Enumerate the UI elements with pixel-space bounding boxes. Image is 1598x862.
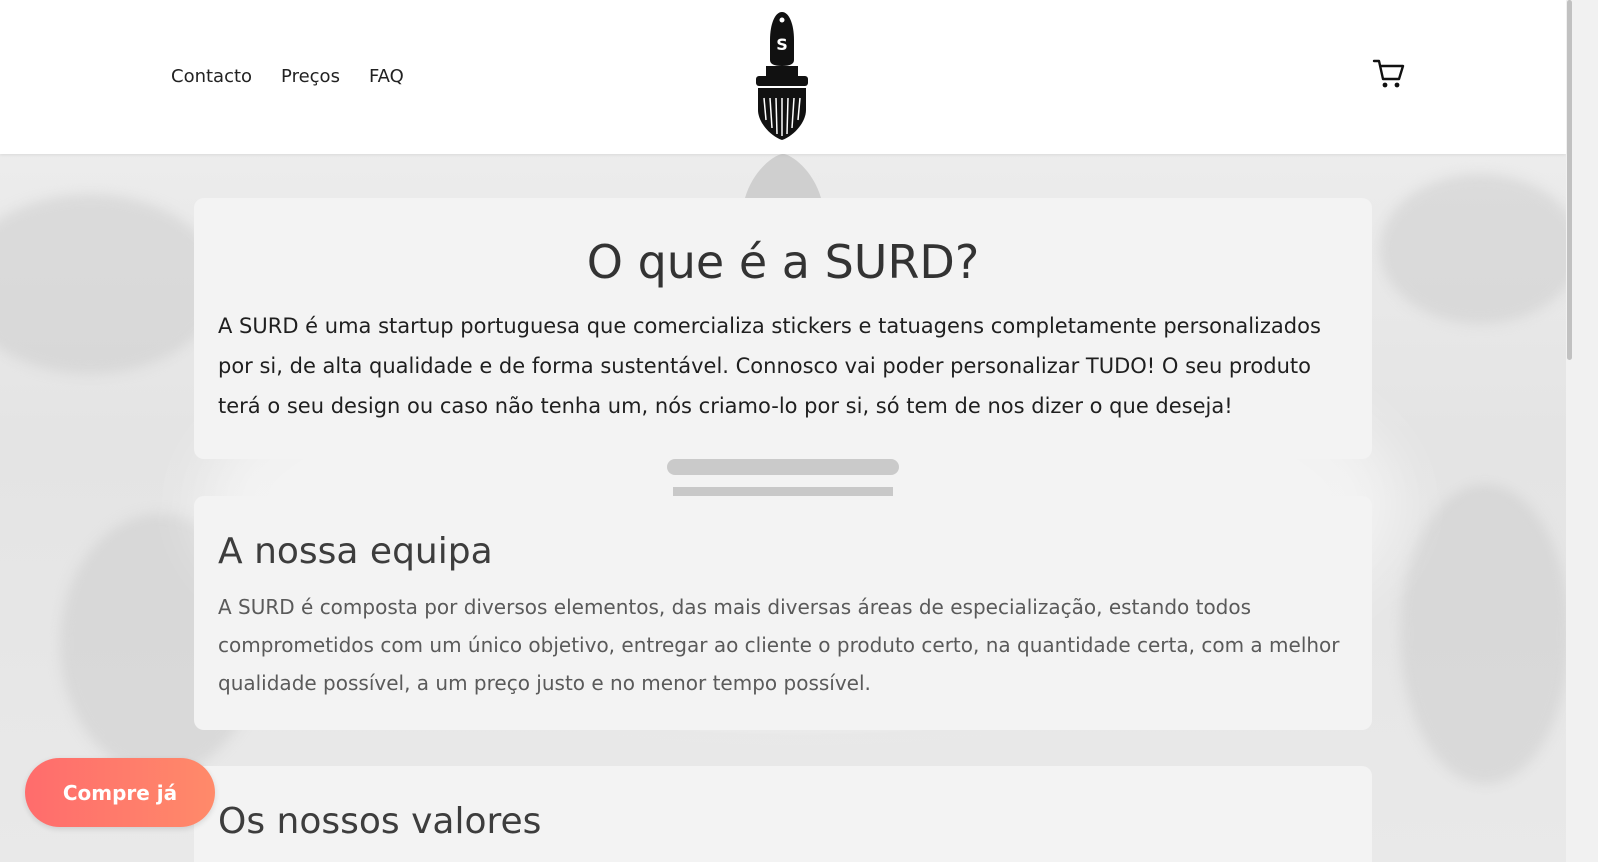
team-title: A nossa equipa xyxy=(218,531,493,572)
nav-link-contacto[interactable]: Contacto xyxy=(171,64,252,90)
nav-link-faq[interactable]: FAQ xyxy=(369,64,404,90)
scrollbar-thumb[interactable] xyxy=(1567,0,1572,360)
values-title: Os nossos valores xyxy=(218,801,542,842)
logo-letter: S xyxy=(776,35,788,54)
page: Contacto Preços FAQ S O que é a SURD? A … xyxy=(0,0,1598,862)
team-body: A SURD é composta por diversos elementos… xyxy=(218,595,1340,695)
shopping-cart-icon[interactable] xyxy=(1372,57,1406,91)
page-scrollbar[interactable] xyxy=(1566,0,1598,862)
background-splash xyxy=(0,194,220,374)
buy-now-button[interactable]: Compre já xyxy=(25,758,215,827)
paintbrush-logo-icon[interactable]: S xyxy=(748,10,816,142)
about-body: A SURD é uma startup portuguesa que come… xyxy=(218,314,1321,418)
main-nav: Contacto Preços FAQ xyxy=(171,64,433,90)
values-section: Os nossos valores xyxy=(194,766,1372,862)
about-title: O que é a SURD? xyxy=(586,235,980,289)
about-section: O que é a SURD? A SURD é uma startup por… xyxy=(194,198,1372,459)
team-section: A nossa equipa A SURD é composta por div… xyxy=(194,496,1372,730)
background-splash xyxy=(1380,174,1566,324)
nav-link-precos[interactable]: Preços xyxy=(281,64,340,90)
background-splash xyxy=(1400,484,1566,784)
site-header: Contacto Preços FAQ S xyxy=(0,0,1566,154)
